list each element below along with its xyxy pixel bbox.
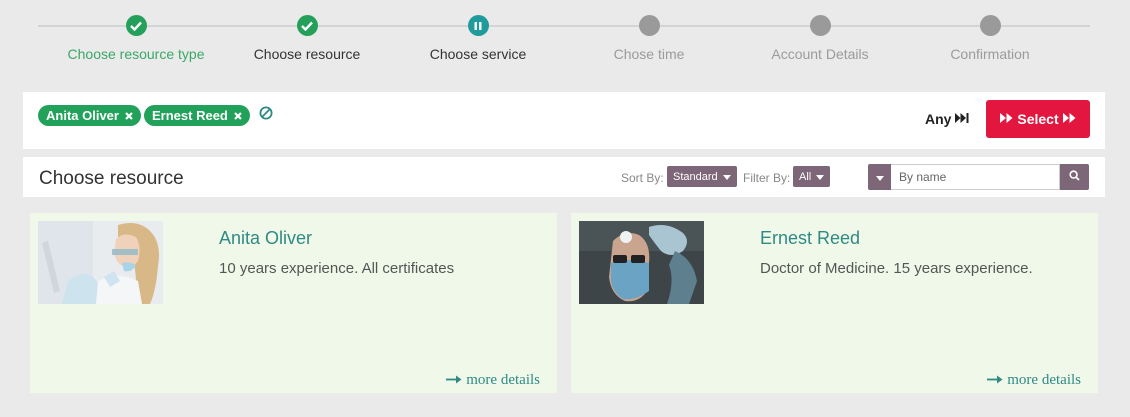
step-chose-time: Chose time <box>559 14 739 62</box>
filter-label: Filter By: <box>743 171 791 185</box>
sort-dropdown[interactable]: Standard <box>667 166 737 187</box>
step-label: Account Details <box>771 46 869 62</box>
more-details-label: more details <box>466 372 540 388</box>
filter-value: All <box>799 170 812 183</box>
more-details-label: more details <box>1007 372 1081 388</box>
selected-resources-bar: Anita Oliver Ernest Reed Any Select <box>23 92 1105 149</box>
step-account-details: Account Details <box>730 14 910 62</box>
dot-icon <box>979 15 1001 36</box>
selected-chip-ernest-reed[interactable]: Ernest Reed <box>144 105 250 126</box>
step-label: Choose resource <box>253 46 361 62</box>
more-details-link[interactable]: more details <box>446 372 540 389</box>
resource-photo <box>579 221 704 304</box>
check-icon <box>125 15 147 36</box>
step-label: Chose time <box>613 46 685 62</box>
search-button[interactable] <box>1060 164 1089 190</box>
ban-icon[interactable] <box>259 106 273 125</box>
resource-card[interactable]: Ernest Reed Doctor of Medicine. 15 years… <box>571 213 1098 393</box>
search-options-dropdown[interactable] <box>868 164 891 190</box>
close-icon[interactable] <box>234 111 242 120</box>
chip-label: Ernest Reed <box>152 108 228 123</box>
pause-icon <box>467 15 489 36</box>
arrow-right-icon <box>446 372 462 389</box>
double-chevron-icon <box>1062 111 1077 127</box>
resource-photo <box>38 221 163 304</box>
more-details-link[interactable]: more details <box>987 372 1081 389</box>
step-label: Choose resource type <box>67 46 205 62</box>
any-resource-link[interactable]: Any <box>925 111 970 127</box>
step-choose-service[interactable]: Choose service <box>388 14 568 62</box>
caret-down-icon <box>722 171 731 183</box>
select-label: Select <box>1017 111 1059 127</box>
resource-description: 10 years experience. All certificates <box>219 260 455 277</box>
dot-icon <box>638 15 660 36</box>
any-label: Any <box>925 111 952 127</box>
select-button[interactable]: Select <box>986 100 1090 138</box>
resources-toolbar: Choose resource Sort By: Standard Filter… <box>23 157 1105 197</box>
sort-value: Standard <box>673 170 718 183</box>
resource-name[interactable]: Ernest Reed <box>760 228 860 249</box>
step-confirmation: Confirmation <box>900 14 1080 62</box>
step-choose-resource-type[interactable]: Choose resource type <box>46 14 226 62</box>
filter-dropdown[interactable]: All <box>793 166 831 187</box>
resource-name[interactable]: Anita Oliver <box>219 228 312 249</box>
step-label: Choose service <box>429 46 527 62</box>
chip-label: Anita Oliver <box>46 108 119 123</box>
progress-stepper: Choose resource type Choose resource Cho… <box>38 14 1090 64</box>
page-title: Choose resource <box>39 168 184 189</box>
arrow-right-icon <box>987 372 1003 389</box>
sort-label: Sort By: <box>621 171 664 185</box>
selected-chip-anita-oliver[interactable]: Anita Oliver <box>38 105 141 126</box>
resource-description: Doctor of Medicine. 15 years experience. <box>760 260 1033 277</box>
double-chevron-icon <box>999 111 1014 127</box>
caret-down-icon <box>816 171 825 183</box>
close-icon[interactable] <box>125 111 133 120</box>
resource-card[interactable]: Anita Oliver 10 years experience. All ce… <box>30 213 557 393</box>
caret-down-icon <box>875 168 884 186</box>
search-input[interactable] <box>891 164 1060 190</box>
fast-forward-icon <box>954 111 970 127</box>
search-icon <box>1069 168 1080 186</box>
step-choose-resource[interactable]: Choose resource <box>217 14 397 62</box>
check-icon <box>296 15 318 36</box>
dot-icon <box>809 15 831 36</box>
step-label: Confirmation <box>950 46 1030 62</box>
